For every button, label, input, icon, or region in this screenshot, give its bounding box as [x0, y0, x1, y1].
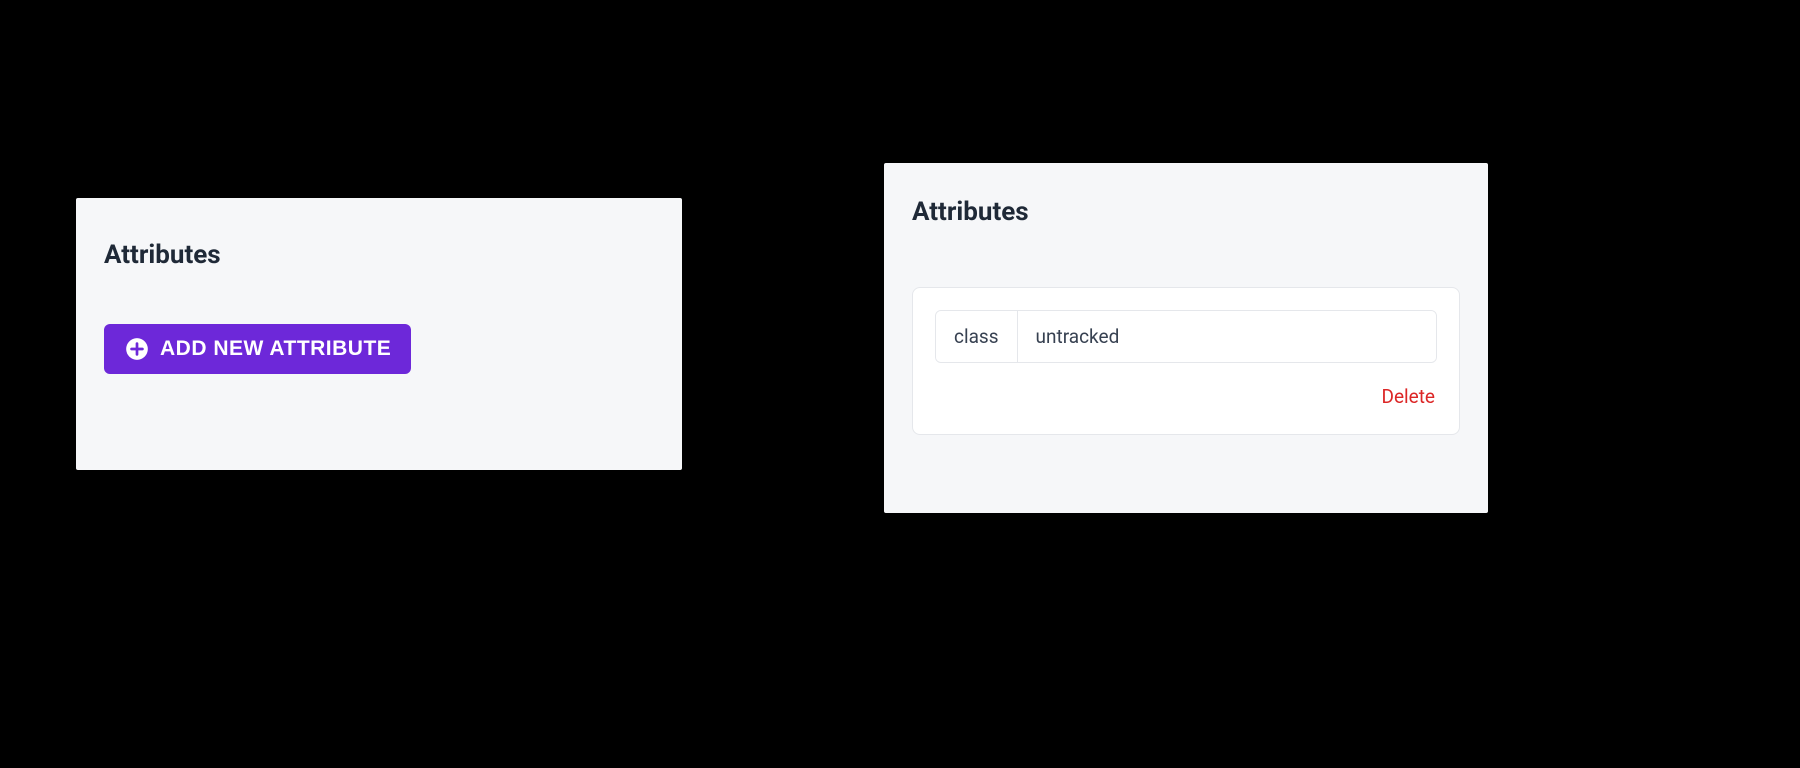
plus-circle-icon	[124, 336, 150, 362]
attribute-card: class Delete	[912, 287, 1460, 435]
attributes-panel-filled: Attributes class Delete	[884, 163, 1488, 513]
attribute-value-input[interactable]	[1018, 311, 1436, 362]
panel-title: Attributes	[912, 197, 1460, 227]
delete-attribute-button[interactable]: Delete	[1379, 381, 1437, 412]
add-new-attribute-button[interactable]: Add new attribute	[104, 324, 411, 374]
attribute-key-field[interactable]: class	[936, 311, 1018, 362]
add-button-label: Add new attribute	[160, 337, 391, 361]
attribute-row: class	[935, 310, 1437, 363]
panel-title: Attributes	[104, 240, 654, 270]
delete-row: Delete	[935, 381, 1437, 412]
attributes-panel-empty: Attributes Add new attribute	[76, 198, 682, 470]
